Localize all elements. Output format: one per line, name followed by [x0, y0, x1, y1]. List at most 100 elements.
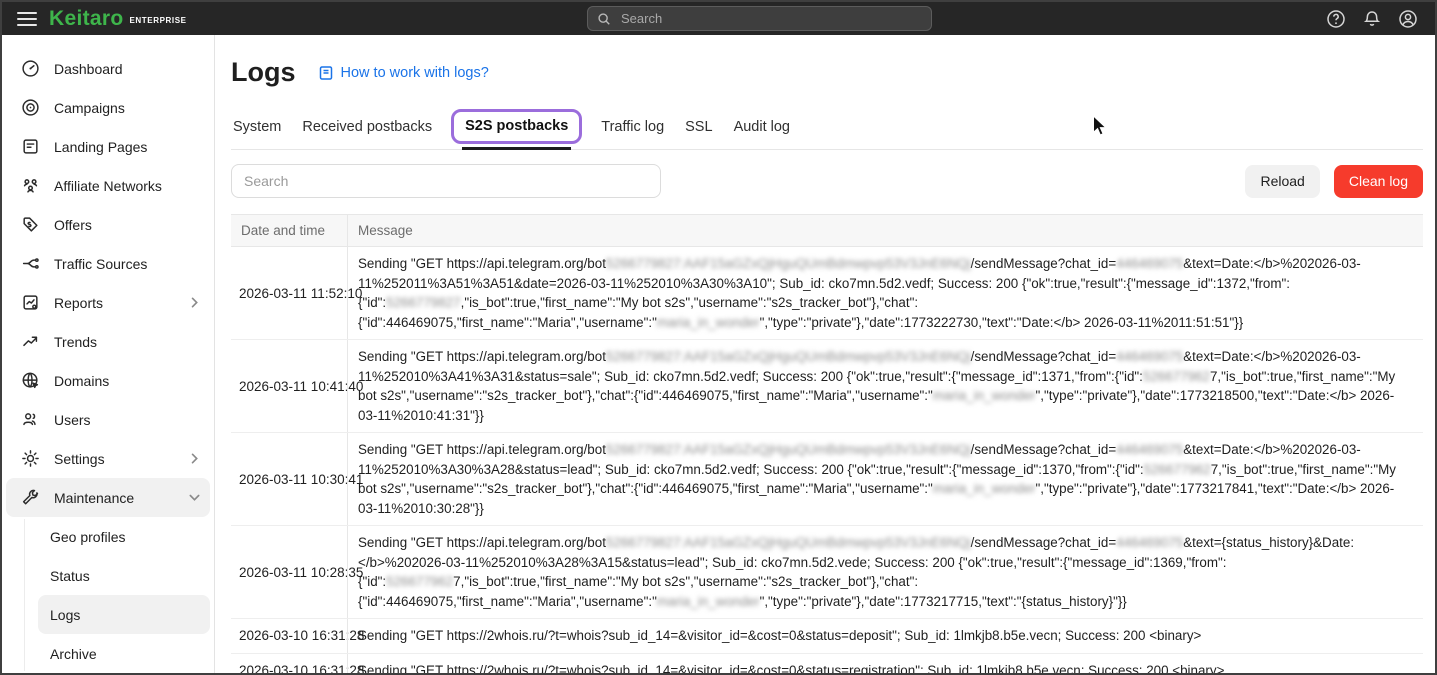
sidebar-item-label: Offers [54, 217, 92, 233]
tab-received-postbacks[interactable]: Received postbacks [300, 117, 434, 137]
users-icon [20, 410, 40, 430]
tab-ssl[interactable]: SSL [683, 117, 714, 137]
sidebar-item-trends[interactable]: Trends [6, 322, 210, 361]
row-message: Sending "GET https://2whois.ru/?t=whois?… [347, 619, 1423, 653]
sidebar-item-domains[interactable]: Domains [6, 361, 210, 400]
redacted-text: 446469075 [1116, 535, 1183, 550]
brand-name: Keitaro [49, 8, 123, 29]
settings-icon [20, 449, 40, 469]
redacted-text: maria_in_wonder [933, 481, 1036, 496]
sidebar-item-archive[interactable]: Archive [38, 634, 210, 673]
table-row: 2026-03-10 16:31:28Sending "GET https://… [231, 619, 1423, 654]
chevron-right-icon [189, 297, 200, 308]
clean-log-button[interactable]: Clean log [1334, 165, 1423, 198]
maintenance-icon [20, 488, 40, 508]
sidebar-item-label: Users [54, 412, 91, 428]
sidebar-item-landing-pages[interactable]: Landing Pages [6, 127, 210, 166]
sidebar-item-label: Dashboard [54, 61, 123, 77]
global-search[interactable] [587, 6, 932, 31]
sidebar-item-label: Trends [54, 334, 97, 350]
topbar: Keitaro ENTERPRISE [2, 2, 1435, 35]
row-datetime: 2026-03-11 10:30:41 [231, 433, 347, 525]
row-datetime: 2026-03-10 16:31:28 [231, 654, 347, 675]
brand-badge: ENTERPRISE [129, 16, 186, 25]
sidebar-item-label: Reports [54, 295, 103, 311]
table-body: 2026-03-11 11:52:10Sending "GET https://… [231, 247, 1423, 675]
redacted-text: maria_in_wonder [657, 594, 760, 609]
trends-icon [20, 332, 40, 352]
sidebar-item-affiliate-networks[interactable]: Affiliate Networks [6, 166, 210, 205]
column-header-message: Message [347, 215, 1423, 246]
tab-traffic-log[interactable]: Traffic log [599, 117, 666, 137]
app-window: Keitaro ENTERPRISE Dashboard Campaigns Lan… [0, 0, 1437, 675]
book-icon [318, 65, 334, 81]
redacted-text: 526677962 [1144, 462, 1211, 477]
tab-s2s-postbacks[interactable]: S2S postbacks [451, 109, 582, 144]
sidebar-item-campaigns[interactable]: Campaigns [6, 88, 210, 127]
log-table: Date and time Message 2026-03-11 11:52:1… [231, 214, 1423, 675]
reload-button[interactable]: Reload [1245, 165, 1319, 198]
affiliate-networks-icon [20, 176, 40, 196]
toolbar: Reload Clean log [231, 164, 1423, 198]
sidebar-item-logs[interactable]: Logs [38, 595, 210, 634]
sidebar-item-users[interactable]: Users [6, 400, 210, 439]
redacted-text: 446469075 [1116, 256, 1183, 271]
row-datetime: 2026-03-10 16:31:28 [231, 619, 347, 653]
row-datetime: 2026-03-11 11:52:10 [231, 247, 347, 339]
sidebar-item-label: Landing Pages [54, 139, 147, 155]
sidebar-item-maintenance[interactable]: Maintenance [6, 478, 210, 517]
main-content: Logs How to work with logs? System Receiv… [215, 35, 1435, 675]
help-link[interactable]: How to work with logs? [318, 65, 489, 81]
redacted-text: 5266779827:AAF15aGZxQjHguQUmBdmwpvp53V3J… [606, 442, 971, 457]
row-message: Sending "GET https://api.telegram.org/bo… [347, 247, 1423, 339]
sidebar-item-label: Affiliate Networks [54, 178, 162, 194]
table-row: 2026-03-11 11:52:10Sending "GET https://… [231, 247, 1423, 340]
campaigns-icon [20, 98, 40, 118]
table-row: 2026-03-10 16:31:28Sending "GET https://… [231, 654, 1423, 675]
sidebar-item-traffic-sources[interactable]: Traffic Sources [6, 244, 210, 283]
table-row: 2026-03-11 10:30:41Sending "GET https://… [231, 433, 1423, 526]
redacted-text: 526677962 [386, 574, 453, 589]
tab-audit-log[interactable]: Audit log [732, 117, 792, 137]
redacted-text: 5266779827:AAF15aGZxQjHguQUmBdmwpvp53V3J… [606, 256, 971, 271]
redacted-text: 446469075 [1116, 442, 1183, 457]
sidebar-item-offers[interactable]: Offers [6, 205, 210, 244]
landing-pages-icon [20, 137, 40, 157]
search-icon [597, 12, 611, 26]
hamburger-menu-icon[interactable] [17, 12, 37, 26]
row-datetime: 2026-03-11 10:28:35 [231, 526, 347, 618]
table-header: Date and time Message [231, 215, 1423, 247]
row-message: Sending "GET https://api.telegram.org/bo… [347, 433, 1423, 525]
redacted-text: maria_in_wonder [657, 315, 760, 330]
sidebar-item-label: Maintenance [54, 490, 134, 506]
row-message: Sending "GET https://api.telegram.org/bo… [347, 340, 1423, 432]
reports-icon [20, 293, 40, 313]
page-title: Logs [231, 57, 296, 88]
sidebar-item-geo-profiles[interactable]: Geo profiles [38, 517, 210, 556]
row-message: Sending "GET https://2whois.ru/?t=whois?… [347, 654, 1423, 675]
chevron-right-icon [189, 453, 200, 464]
row-datetime: 2026-03-11 10:41:40 [231, 340, 347, 432]
sidebar-item-reports[interactable]: Reports [6, 283, 210, 322]
redacted-text: 5266779827:AAF15aGZxQjHguQUmBdmwpvp53V3J… [606, 535, 971, 550]
sidebar: Dashboard Campaigns Landing Pages Affiliate… [2, 35, 215, 675]
sidebar-item-settings[interactable]: Settings [6, 439, 210, 478]
tab-system[interactable]: System [231, 117, 283, 137]
table-row: 2026-03-11 10:28:35Sending "GET https://… [231, 526, 1423, 619]
redacted-text: 5266779827 [386, 295, 460, 310]
redacted-text: 446469075 [1116, 349, 1183, 364]
notifications-bell-icon[interactable] [1362, 9, 1382, 29]
redacted-text: maria_in_wonder [933, 388, 1036, 403]
dashboard-icon [20, 59, 40, 79]
sidebar-item-label: Domains [54, 373, 109, 389]
help-icon[interactable] [1326, 9, 1346, 29]
user-avatar-icon[interactable] [1398, 9, 1418, 29]
domains-icon [20, 371, 40, 391]
sidebar-item-dashboard[interactable]: Dashboard [6, 49, 210, 88]
global-search-input[interactable] [619, 10, 922, 27]
offers-icon [20, 215, 40, 235]
log-search-input[interactable] [231, 164, 661, 198]
help-link-label: How to work with logs? [341, 65, 489, 81]
topbar-icons [1326, 9, 1435, 29]
sidebar-item-status[interactable]: Status [38, 556, 210, 595]
